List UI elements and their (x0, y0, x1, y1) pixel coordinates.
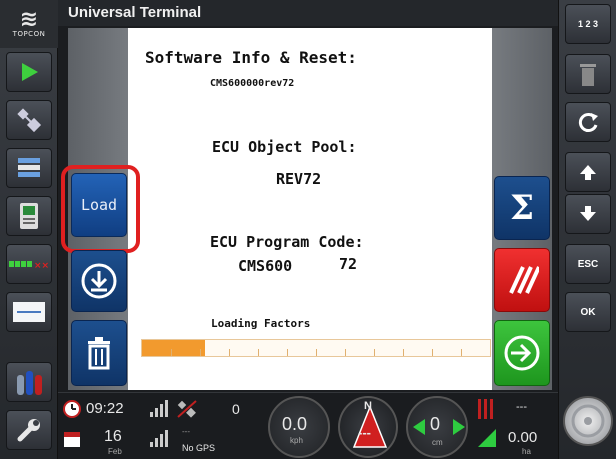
page-heading: Software Info & Reset: (145, 48, 357, 67)
enter-arrow-icon (504, 335, 540, 371)
layout-button[interactable] (6, 148, 52, 188)
home-button[interactable] (563, 396, 613, 446)
tanks-icon (17, 371, 42, 395)
status-bar: 09:22 16 Feb 0 --- No GPS 0.0 kph N --- … (58, 392, 558, 459)
layout-icon (18, 158, 40, 177)
pool-value: REV72 (276, 170, 322, 188)
speed-value: 0.0 (282, 414, 308, 434)
rate-bar-button[interactable]: ×× (6, 244, 52, 284)
speed-unit: kph (290, 436, 303, 445)
escape-label: ESC (577, 258, 599, 270)
pool-label: ECU Object Pool: (212, 138, 357, 156)
heading-compass: N --- (338, 396, 398, 458)
play-button[interactable] (6, 52, 52, 92)
satellite-icon (17, 108, 42, 133)
area-value: 0.00 (508, 429, 538, 446)
keypad-button[interactable]: 1 2 3 (565, 4, 611, 44)
terminal-icon (20, 203, 38, 229)
speed-gauge: 0.0 kph (268, 396, 330, 458)
offset-value: 0 (430, 414, 441, 434)
topcon-logo: ≋ TOPCON (0, 0, 58, 48)
settings-button[interactable] (6, 410, 52, 450)
modem-signal-icon (150, 430, 168, 447)
section-bar-icon: ×× (9, 261, 49, 270)
progress-tick (171, 349, 172, 356)
play-icon (22, 63, 38, 81)
satellite-count: 0 (232, 401, 240, 417)
keypad-label: 1 2 3 (577, 19, 599, 29)
date-month: Feb (108, 447, 122, 456)
signal-bars-icon (150, 400, 168, 417)
up-button[interactable] (565, 152, 611, 192)
escape-button[interactable]: ESC (565, 244, 611, 284)
gps-status: No GPS (182, 443, 216, 453)
bin-icon (580, 64, 596, 86)
offset-unit: cm (432, 438, 443, 447)
refresh-icon (578, 113, 598, 132)
svg-text:××: ×× (34, 261, 49, 270)
satellite-status-icon (177, 400, 197, 418)
heading-north: N (364, 400, 372, 412)
progress-tick (316, 349, 317, 356)
totals-button[interactable]: Σ (494, 176, 550, 240)
progress-tick (403, 349, 404, 356)
progress-tick (200, 349, 201, 356)
loading-label: Loading Factors (211, 317, 311, 330)
brand-name: TOPCON (12, 30, 46, 38)
area-unit: ha (522, 447, 531, 456)
arrow-up-icon (580, 165, 596, 180)
trash-icon (88, 337, 110, 370)
gps-dash: --- (182, 427, 190, 436)
software-version: CMS600000rev72 (210, 78, 295, 89)
sigma-icon: Σ (509, 188, 535, 228)
progress-tick (432, 349, 433, 356)
progress-tick (345, 349, 346, 356)
progress-tick (461, 349, 462, 356)
offset-gauge: 0 cm (406, 396, 468, 458)
satellite-button[interactable] (6, 100, 52, 140)
delete-button[interactable] (71, 320, 127, 386)
progress-tick (258, 349, 259, 356)
program-label: ECU Program Code: (210, 233, 364, 251)
program-name: CMS600 (238, 257, 293, 275)
down-button[interactable] (565, 194, 611, 234)
progress-tick (229, 349, 230, 356)
implement-button[interactable] (6, 292, 52, 332)
progress-tick (287, 349, 288, 356)
info-panel: Software Info & Reset: CMS600000rev72 EC… (128, 28, 492, 390)
area-triangle-icon (478, 429, 496, 447)
right-toolbar: 1 2 3 ESC OK (558, 0, 616, 459)
clock-time: 09:22 (86, 400, 124, 417)
heading-value: --- (358, 425, 371, 440)
loading-progress-bar (141, 339, 491, 357)
reset-button[interactable] (494, 248, 550, 312)
left-toolbar: ≋ TOPCON ×× (0, 0, 58, 459)
ok-button[interactable]: OK (565, 292, 611, 332)
refresh-button[interactable] (565, 102, 611, 142)
reset-slash-icon (509, 266, 539, 294)
tanks-button[interactable] (6, 362, 52, 402)
wrench-icon (17, 419, 40, 442)
steering-wheel-icon (571, 404, 605, 438)
enter-button[interactable] (494, 320, 550, 386)
area-dash: --- (516, 401, 527, 413)
terminal-button[interactable] (6, 196, 52, 236)
window-title: Universal Terminal (58, 0, 558, 26)
program-revision: 72 (339, 255, 358, 273)
arrow-down-icon (580, 206, 596, 221)
progress-tick (374, 349, 375, 356)
clock-icon (63, 400, 81, 418)
download-icon (81, 263, 117, 299)
clear-button[interactable] (565, 54, 611, 94)
download-button[interactable] (71, 250, 127, 312)
date-day: 16 (104, 428, 122, 445)
implement-icon (13, 302, 45, 322)
ok-label: OK (580, 306, 596, 318)
load-button-highlight (61, 165, 140, 253)
bar-indicator-icon (478, 399, 493, 419)
calendar-icon (64, 432, 80, 447)
progress-ticks (142, 340, 490, 356)
